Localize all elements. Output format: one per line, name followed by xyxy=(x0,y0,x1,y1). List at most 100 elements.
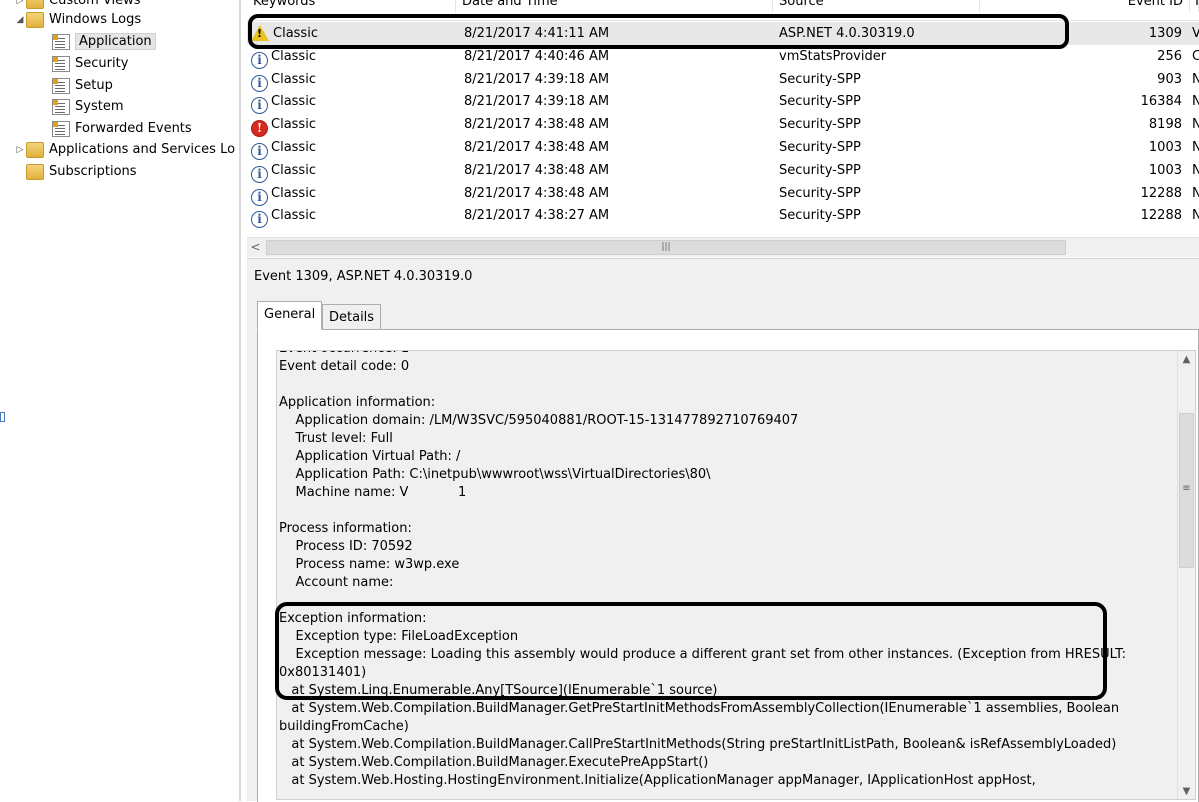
expand-arrow-icon[interactable]: ▷ xyxy=(14,0,26,6)
info-icon: i xyxy=(251,165,268,183)
keywords-text: Classic xyxy=(271,162,316,178)
info-icon: i xyxy=(251,211,268,229)
description-line: Process ID: 70592 xyxy=(279,539,413,554)
tab-body: Event occurrence: 1Event detail code: 0 A… xyxy=(257,329,1199,802)
collapse-arrow-icon[interactable]: ◢ xyxy=(14,15,26,25)
event-details-pane: Event 1309, ASP.NET 4.0.30319.0 General … xyxy=(247,258,1199,802)
scroll-thumb[interactable]: ≡ xyxy=(1179,413,1194,568)
tree-item-subscriptions[interactable]: Subscriptions xyxy=(26,161,137,182)
vertical-scrollbar[interactable]: ▲ ≡ ▼ xyxy=(1177,351,1195,799)
folder-icon xyxy=(26,11,44,28)
scroll-thumb[interactable]: ||| xyxy=(266,240,1066,255)
table-row[interactable]: i Classic 8/21/2017 4:38:27 AM Security-SPP… xyxy=(247,204,1199,229)
table-row[interactable]: i Classic 8/21/2017 4:39:18 AM Security-SPP… xyxy=(247,90,1199,115)
cell-task: V xyxy=(1192,26,1199,41)
scroll-down-icon[interactable]: ▼ xyxy=(1178,783,1195,799)
table-row[interactable]: i Classic 8/21/2017 4:38:48 AM Security-SPP… xyxy=(247,159,1199,183)
keywords-text: Classic xyxy=(271,117,316,133)
event-description-textbox[interactable]: Event occurrence: 1Event detail code: 0 A… xyxy=(276,350,1196,800)
cell-keywords: i Classic xyxy=(251,159,456,183)
table-row[interactable]: i Classic 8/21/2017 4:39:18 AM Security-SPP… xyxy=(247,68,1199,92)
cell-source: Security-SPP xyxy=(779,185,861,201)
column-header-keywords[interactable]: Keywords xyxy=(247,0,456,12)
scroll-left-icon[interactable]: < xyxy=(247,238,264,257)
tree-item-applications-and-services[interactable]: ▷ Applications and Services Lo xyxy=(14,139,235,160)
tree-item-label: Forwarded Events xyxy=(75,121,192,136)
tree-item-label: Windows Logs xyxy=(49,12,142,27)
tab-general[interactable]: General xyxy=(257,301,323,330)
info-icon: i xyxy=(251,188,268,206)
cell-date: 8/21/2017 4:38:48 AM xyxy=(464,185,610,201)
keywords-text: Classic xyxy=(271,140,316,155)
tree-item-setup[interactable]: Setup xyxy=(52,75,113,96)
table-row[interactable]: i Classic 8/21/2017 4:38:48 AM Security-SPP… xyxy=(247,136,1199,160)
tree-item-windows-logs[interactable]: ◢ Windows Logs xyxy=(14,9,141,30)
info-icon: i xyxy=(251,97,268,115)
table-row[interactable]: ! Classic 8/21/2017 4:38:48 AM Security-SPP… xyxy=(247,113,1199,138)
cell-source: Security-SPP xyxy=(779,208,861,224)
description-line: at System.Web.Compilation.BuildManager.C… xyxy=(279,737,1117,752)
cell-task: N xyxy=(1192,94,1199,110)
cell-keywords: i Classic xyxy=(251,182,456,206)
folder-icon xyxy=(26,141,44,158)
info-icon: i xyxy=(251,143,268,160)
cell-event-id: 1003 xyxy=(1148,140,1182,155)
description-line: Process information: xyxy=(279,521,412,536)
cell-event-id: 8198 xyxy=(1148,117,1182,133)
table-row[interactable]: i Classic 8/21/2017 4:38:48 AM Security-SPP… xyxy=(247,182,1199,206)
cell-date: 8/21/2017 4:39:18 AM xyxy=(464,71,610,87)
cell-date: 8/21/2017 4:38:48 AM xyxy=(464,140,610,155)
expand-arrow-icon[interactable]: ▷ xyxy=(14,145,26,155)
column-header-event-id[interactable]: Event ID xyxy=(980,0,1190,12)
tree-item-application[interactable]: Application xyxy=(52,31,156,52)
tab-details[interactable]: Details xyxy=(322,304,382,330)
cell-date: 8/21/2017 4:38:27 AM xyxy=(464,208,610,224)
tree-item-label: Application xyxy=(75,33,156,50)
column-header-source[interactable]: Source xyxy=(773,0,980,12)
description-line: at System.Web.Compilation.BuildManager.G… xyxy=(279,701,1120,716)
description-line: at System.Web.Compilation.BuildManager.E… xyxy=(279,755,709,770)
description-line: Event detail code: 0 xyxy=(279,359,410,374)
cell-source: Security-SPP xyxy=(779,140,861,155)
cell-date: 8/21/2017 4:38:48 AM xyxy=(464,162,610,178)
cell-keywords: i Classic xyxy=(251,90,456,115)
column-header-date[interactable]: Date and Time xyxy=(456,0,773,12)
info-icon: i xyxy=(251,51,268,69)
subscriptions-icon xyxy=(26,163,44,180)
event-log-icon xyxy=(52,33,70,50)
column-header-task[interactable]: T xyxy=(1190,0,1199,12)
scroll-up-icon[interactable]: ▲ xyxy=(1178,351,1195,369)
event-log-icon xyxy=(52,77,70,94)
cell-task: N xyxy=(1192,208,1199,224)
cell-task: N xyxy=(1192,140,1199,155)
highlight-annotation xyxy=(248,14,1069,49)
cell-date: 8/21/2017 4:39:18 AM xyxy=(464,94,610,110)
horizontal-scrollbar[interactable]: < ||| xyxy=(247,237,1199,257)
error-icon: ! xyxy=(251,120,268,138)
cell-source: Security-SPP xyxy=(779,117,861,133)
cell-event-id: 1003 xyxy=(1148,162,1182,178)
tree-item-label: Applications and Services Lo xyxy=(49,142,236,157)
keywords-text: Classic xyxy=(271,71,316,87)
tree-item-security[interactable]: Security xyxy=(52,53,128,74)
pane-splitter[interactable] xyxy=(239,0,241,801)
info-icon: i xyxy=(251,74,268,92)
cell-event-id: 903 xyxy=(1157,71,1182,87)
event-details-title: Event 1309, ASP.NET 4.0.30319.0 xyxy=(254,269,473,284)
description-line: Trust level: Full xyxy=(279,431,393,446)
description-line: Process name: w3wp.exe xyxy=(279,557,460,572)
tree-item-forwarded-events[interactable]: Forwarded Events xyxy=(52,118,192,139)
cell-task: N xyxy=(1192,162,1199,178)
cell-task: N xyxy=(1192,71,1199,87)
cell-keywords: i Classic xyxy=(251,204,456,229)
cell-keywords: i Classic xyxy=(251,68,456,92)
description-line: at System.Web.Hosting.HostingEnvironment… xyxy=(279,773,1036,788)
cell-source: Security-SPP xyxy=(779,71,861,87)
keywords-text: Classic xyxy=(271,94,316,110)
tree-item-system[interactable]: System xyxy=(52,96,123,117)
splitter-handle[interactable] xyxy=(0,412,5,422)
description-line: buildingFromCache) xyxy=(279,719,409,734)
event-log-icon xyxy=(52,120,70,137)
event-log-icon xyxy=(52,98,70,115)
description-line: Application domain: /LM/W3SVC/595040881/… xyxy=(279,413,799,428)
